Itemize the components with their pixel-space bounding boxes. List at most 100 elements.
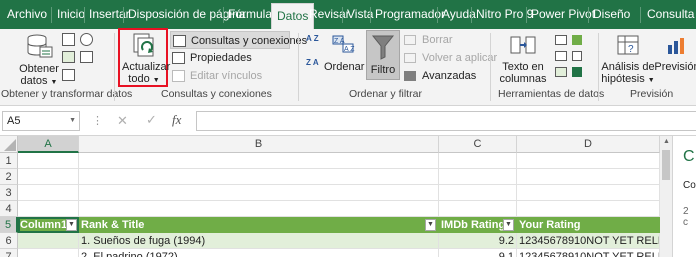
from-table-icon[interactable] xyxy=(62,51,75,63)
row-header-5[interactable]: 5 xyxy=(0,217,18,233)
table-cell[interactable]: 2. El padrino (1972) xyxy=(79,249,439,257)
cell[interactable] xyxy=(79,185,439,201)
tab-diseno[interactable]: Diseño xyxy=(588,0,635,29)
group-separator xyxy=(298,33,299,101)
cell[interactable] xyxy=(517,185,660,201)
consolidate-icon[interactable] xyxy=(572,35,582,45)
recent-sources-icon[interactable] xyxy=(80,51,93,63)
sort-az-button[interactable]: A Z xyxy=(306,35,322,51)
column-header-a[interactable]: A xyxy=(18,136,79,153)
enter-icon[interactable]: ✓ xyxy=(146,112,157,128)
table-cell[interactable]: 1. Sueños de fuga (1994) xyxy=(79,233,439,249)
from-web-icon[interactable] xyxy=(80,33,93,46)
row-header-2[interactable]: 2 xyxy=(0,169,18,185)
svg-text:A Z: A Z xyxy=(344,46,355,53)
sort-za-label: Z A xyxy=(306,58,319,67)
cell[interactable] xyxy=(517,169,660,185)
reapply-icon xyxy=(404,53,416,63)
data-validation-icon[interactable] xyxy=(555,67,567,77)
cell[interactable] xyxy=(18,185,79,201)
group-separator xyxy=(490,33,491,101)
formula-input[interactable] xyxy=(196,111,696,131)
flash-fill-icon[interactable] xyxy=(555,35,567,45)
insert-function-icon[interactable]: fx xyxy=(172,112,181,128)
chevron-down-icon[interactable]: ▼ xyxy=(69,112,76,130)
name-box[interactable]: A5 ▼ xyxy=(2,111,80,131)
relationships-icon[interactable] xyxy=(572,51,582,61)
advanced-filter-button[interactable]: Avanzadas xyxy=(402,67,476,85)
reapply-button[interactable]: Volver a aplicar xyxy=(402,49,497,67)
scroll-thumb[interactable] xyxy=(662,150,670,180)
cancel-icon[interactable]: ✕ xyxy=(117,113,128,129)
table-header-your-rating[interactable]: Your Rating xyxy=(517,217,660,233)
forecast-sheet-button[interactable]: Previsión xyxy=(654,33,696,73)
tab-archivo[interactable]: Archivo xyxy=(2,0,52,29)
filter-dropdown-icon[interactable]: ▼ xyxy=(66,219,77,231)
filter-button[interactable]: Filtro xyxy=(366,30,400,80)
edit-links-button[interactable]: Editar vínculos xyxy=(170,67,262,85)
row-header-1[interactable]: 1 xyxy=(0,153,18,169)
data-model-icon[interactable] xyxy=(572,67,582,77)
properties-button[interactable]: Propiedades xyxy=(170,49,252,67)
table-cell[interactable] xyxy=(18,233,79,249)
existing-connections-icon[interactable] xyxy=(62,69,75,81)
table-cell[interactable] xyxy=(18,249,79,257)
queries-icon xyxy=(173,35,186,47)
column-header-c[interactable]: C xyxy=(439,136,517,153)
select-all-corner[interactable] xyxy=(0,136,18,153)
table-header-imdb-rating[interactable]: IMDb Rating ▼ xyxy=(439,217,517,233)
get-data-button[interactable]: Obtener datos ▼ xyxy=(14,33,64,89)
scroll-up-icon[interactable]: ▲ xyxy=(663,138,670,145)
from-text-icon[interactable] xyxy=(62,33,75,46)
cell[interactable] xyxy=(439,185,517,201)
queries-pane: C Co 2 c xyxy=(672,136,696,257)
what-if-button[interactable]: ? Análisis de hipótesis ▼ xyxy=(600,33,656,87)
row-header-7[interactable]: 7 xyxy=(0,249,18,257)
filter-dropdown-icon[interactable]: ▼ xyxy=(503,219,514,231)
column-header-d[interactable]: D xyxy=(517,136,660,153)
reapply-label: Volver a aplicar xyxy=(422,52,498,64)
text-to-columns-label-2: columnas xyxy=(499,73,547,85)
cell[interactable] xyxy=(18,153,79,169)
cell[interactable] xyxy=(517,153,660,169)
row-header-3[interactable]: 3 xyxy=(0,185,18,201)
cell[interactable] xyxy=(517,201,660,217)
filter-label: Filtro xyxy=(370,64,396,76)
table-cell[interactable]: 9.1 xyxy=(439,249,517,257)
column-header-b[interactable]: B xyxy=(79,136,439,153)
row-header-6[interactable]: 6 xyxy=(0,233,18,249)
filter-dropdown-icon[interactable]: ▼ xyxy=(425,219,436,231)
name-box-value: A5 xyxy=(7,115,21,127)
advanced-label: Avanzadas xyxy=(422,70,477,82)
refresh-all-button[interactable]: Actualizar todo ▼ xyxy=(122,31,170,87)
table-header-column1[interactable]: Column1 ▼ xyxy=(18,217,79,233)
clear-filter-button[interactable]: Borrar xyxy=(402,31,453,49)
edit-links-icon xyxy=(172,70,185,82)
cell[interactable] xyxy=(18,169,79,185)
cell[interactable] xyxy=(18,201,79,217)
what-if-icon: ? xyxy=(617,35,639,55)
sort-button[interactable]: Z A A Z Ordenar xyxy=(324,33,365,73)
queries-pane-title: C xyxy=(683,148,695,165)
sort-za-button[interactable]: Z A xyxy=(306,59,322,75)
queries-connections-button[interactable]: Consultas y conexiones xyxy=(170,31,307,49)
table-cell[interactable]: 12345678910NOT YET RELEAS xyxy=(517,249,660,257)
cell[interactable] xyxy=(79,153,439,169)
tab-consulta[interactable]: Consulta xyxy=(642,0,696,29)
cell[interactable] xyxy=(439,169,517,185)
vertical-scrollbar[interactable]: ▲ xyxy=(660,136,672,257)
worksheet-grid[interactable]: A B C D 1 2 3 4 5 6 7 Column1 ▼ Rank & T… xyxy=(0,136,660,257)
cell[interactable] xyxy=(439,201,517,217)
table-cell[interactable]: 12345678910NOT YET RELEAS xyxy=(517,233,660,249)
row-header-4[interactable]: 4 xyxy=(0,201,18,217)
table-header-rank-title[interactable]: Rank & Title ▼ xyxy=(79,217,439,233)
text-to-columns-label-1: Texto en xyxy=(502,61,544,73)
text-to-columns-button[interactable]: Texto en columnas xyxy=(494,33,552,85)
table-header-label: Column1 xyxy=(20,219,68,231)
sort-label: Ordenar xyxy=(324,61,365,73)
cell[interactable] xyxy=(439,153,517,169)
cell[interactable] xyxy=(79,169,439,185)
cell[interactable] xyxy=(79,201,439,217)
remove-duplicates-icon[interactable] xyxy=(555,51,567,61)
table-cell[interactable]: 9.2 xyxy=(439,233,517,249)
